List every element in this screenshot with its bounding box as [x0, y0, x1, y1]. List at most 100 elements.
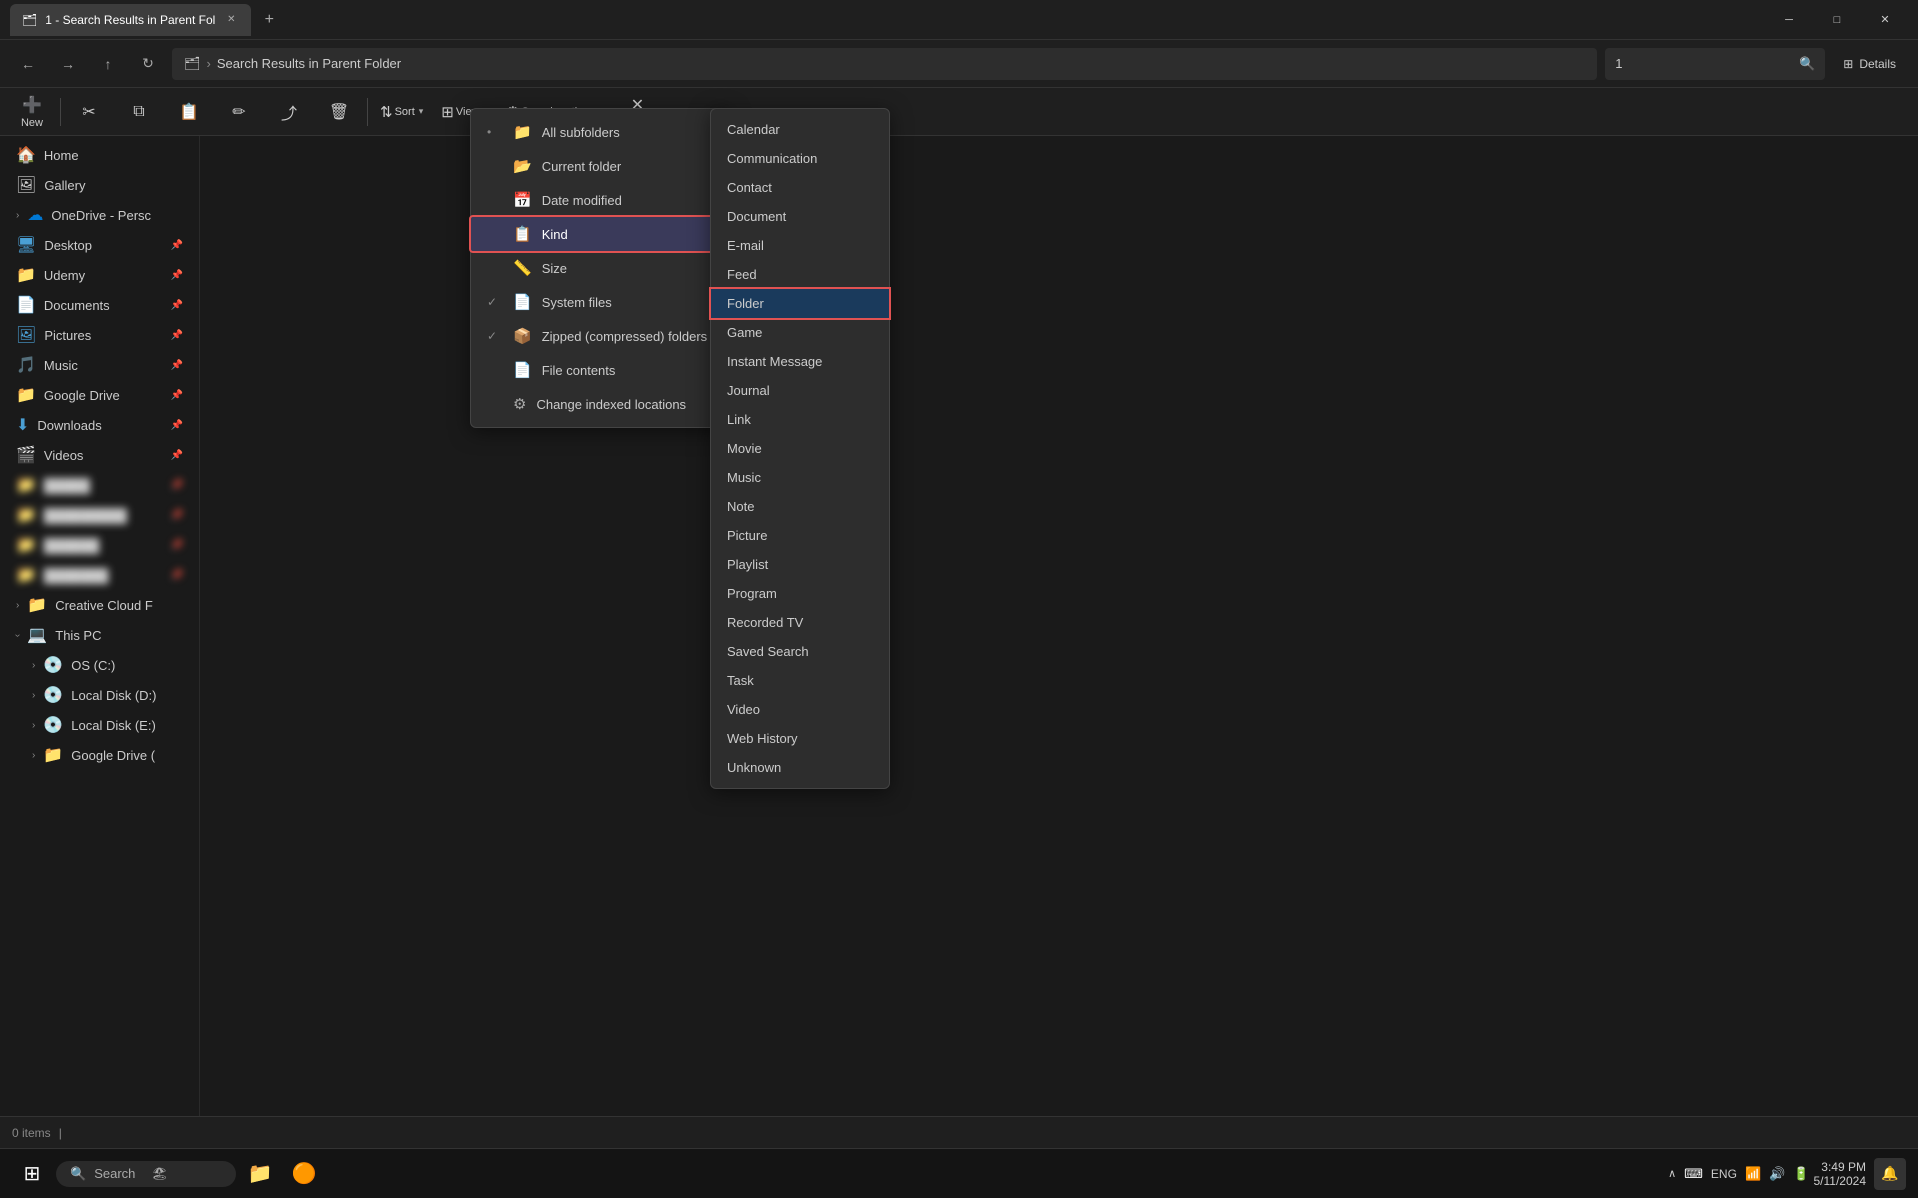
kind-recorded-tv[interactable]: Recorded TV	[711, 608, 889, 637]
kind-unknown[interactable]: Unknown	[711, 753, 889, 782]
kind-task[interactable]: Task	[711, 666, 889, 695]
sidebar-item-downloads[interactable]: ⬇ Downloads 📌	[4, 410, 195, 440]
sidebar-item-locald[interactable]: › 💿 Local Disk (D:)	[4, 680, 195, 710]
change-indexed-item[interactable]: ⚙ Change indexed locations	[471, 387, 729, 421]
pin-icon: 📌	[171, 540, 183, 551]
expand-arrow-icon: ›	[32, 660, 35, 671]
breadcrumb-bar[interactable]: 🗂 › Search Results in Parent Folder	[172, 48, 1597, 80]
blurred-icon: 📁	[16, 565, 36, 585]
sidebar-item-label: OneDrive - Persc	[51, 208, 151, 223]
kind-label: Program	[727, 586, 777, 601]
check-icon: ✓	[487, 329, 503, 343]
sidebar-item-udemy[interactable]: 📁 Udemy 📌	[4, 260, 195, 290]
volume-icon: 🔊	[1769, 1166, 1785, 1182]
date-modified-item[interactable]: 📅 Date modified ›	[471, 183, 729, 217]
forward-button[interactable]: →	[52, 48, 84, 80]
active-tab[interactable]: 🗂 1 - Search Results in Parent Fol ✕	[10, 4, 251, 36]
refresh-button[interactable]: ↻	[132, 48, 164, 80]
taskbar-app-chrome[interactable]: 🟠	[284, 1154, 324, 1194]
kind-web-history[interactable]: Web History	[711, 724, 889, 753]
taskbar-search[interactable]: 🔍 Search 🏖	[56, 1161, 236, 1187]
sidebar-item-locale[interactable]: › 💿 Local Disk (E:)	[4, 710, 195, 740]
osc-icon: 💿	[43, 655, 63, 675]
back-button[interactable]: ←	[12, 48, 44, 80]
sidebar-item-label: ███████	[44, 568, 108, 583]
sidebar-item-pictures[interactable]: 🖼 Pictures 📌	[4, 320, 195, 350]
sidebar-item-label: Documents	[44, 298, 110, 313]
sort-button[interactable]: ⇅ Sort ▾	[372, 99, 431, 125]
new-tab-button[interactable]: +	[255, 6, 283, 34]
minimize-button[interactable]: ─	[1766, 4, 1812, 36]
sidebar-item-googledrive2[interactable]: › 📁 Google Drive (	[4, 740, 195, 770]
kind-email[interactable]: E-mail	[711, 231, 889, 260]
rename-button[interactable]: ✏	[215, 98, 263, 126]
sidebar-item-documents[interactable]: 📄 Documents 📌	[4, 290, 195, 320]
cut-button[interactable]: ✂	[65, 98, 113, 126]
paste-button[interactable]: 📋	[165, 98, 213, 126]
kind-program[interactable]: Program	[711, 579, 889, 608]
item-label: Zipped (compressed) folders	[542, 329, 707, 344]
kind-link[interactable]: Link	[711, 405, 889, 434]
toolbar-separator-2	[367, 98, 368, 126]
kind-folder[interactable]: Folder	[711, 289, 889, 318]
close-button[interactable]: ✕	[1862, 4, 1908, 36]
creativecloud-icon: 📁	[27, 595, 47, 615]
all-subfolders-icon: 📁	[513, 123, 532, 141]
music-icon: 🎵	[16, 355, 36, 375]
kind-note[interactable]: Note	[711, 492, 889, 521]
kind-saved-search[interactable]: Saved Search	[711, 637, 889, 666]
sidebar-item-home[interactable]: 🏠 Home	[4, 140, 195, 170]
taskbar-app-fileexplorer[interactable]: 📁	[240, 1154, 280, 1194]
current-folder-item[interactable]: 📂 Current folder	[471, 149, 729, 183]
kind-document[interactable]: Document	[711, 202, 889, 231]
kind-game[interactable]: Game	[711, 318, 889, 347]
system-files-item[interactable]: ✓ 📄 System files	[471, 285, 729, 319]
sidebar-item-thispc[interactable]: › 💻 This PC	[4, 620, 195, 650]
kind-calendar[interactable]: Calendar	[711, 115, 889, 144]
file-contents-item[interactable]: 📄 File contents	[471, 353, 729, 387]
tab-close-button[interactable]: ✕	[223, 12, 239, 28]
sidebar-item-videos[interactable]: 🎬 Videos 📌	[4, 440, 195, 470]
up-button[interactable]: ↑	[92, 48, 124, 80]
start-button[interactable]: ⊞	[12, 1154, 52, 1194]
new-button[interactable]: ➕ New	[8, 91, 56, 133]
sidebar-item-music[interactable]: 🎵 Music 📌	[4, 350, 195, 380]
kind-icon: 📋	[513, 225, 532, 243]
desktop-icon: 🖥	[16, 235, 36, 255]
kind-item[interactable]: 📋 Kind ›	[471, 217, 729, 251]
kind-journal[interactable]: Journal	[711, 376, 889, 405]
system-tray-arrow[interactable]: ∧	[1668, 1167, 1676, 1180]
kind-video[interactable]: Video	[711, 695, 889, 724]
details-button[interactable]: ⊞ Details	[1833, 53, 1906, 75]
kind-picture[interactable]: Picture	[711, 521, 889, 550]
copy-button[interactable]: ⧉	[115, 99, 163, 125]
kind-feed[interactable]: Feed	[711, 260, 889, 289]
notification-icon[interactable]: 🔔	[1874, 1158, 1906, 1190]
taskbar-search-icon: 🔍	[70, 1166, 86, 1182]
sidebar-item-onedrive[interactable]: › ☁ OneDrive - Persc	[4, 200, 195, 230]
breadcrumb-separator: ›	[207, 56, 211, 71]
sidebar-item-osc[interactable]: › 💿 OS (C:)	[4, 650, 195, 680]
size-item[interactable]: 📏 Size ›	[471, 251, 729, 285]
sidebar-item-creativecloud[interactable]: › 📁 Creative Cloud F	[4, 590, 195, 620]
kind-playlist[interactable]: Playlist	[711, 550, 889, 579]
kind-communication[interactable]: Communication	[711, 144, 889, 173]
maximize-button[interactable]: □	[1814, 4, 1860, 36]
search-bar[interactable]: 1 🔍	[1605, 48, 1825, 80]
kind-instant-message[interactable]: Instant Message	[711, 347, 889, 376]
start-icon: ⊞	[24, 1161, 41, 1186]
kind-contact[interactable]: Contact	[711, 173, 889, 202]
all-subfolders-item[interactable]: • 📁 All subfolders	[471, 115, 729, 149]
documents-icon: 📄	[16, 295, 36, 315]
share-button[interactable]: ⤴	[265, 96, 313, 128]
sidebar-item-gallery[interactable]: 🖼 Gallery	[4, 170, 195, 200]
cut-icon: ✂	[82, 102, 95, 122]
sidebar-item-desktop[interactable]: 🖥 Desktop 📌	[4, 230, 195, 260]
kind-music[interactable]: Music	[711, 463, 889, 492]
delete-button[interactable]: 🗑	[315, 98, 363, 126]
sidebar-item-googledrive[interactable]: 📁 Google Drive 📌	[4, 380, 195, 410]
taskbar-time[interactable]: 3:49 PM 5/11/2024	[1814, 1160, 1867, 1188]
kind-movie[interactable]: Movie	[711, 434, 889, 463]
zipped-folders-item[interactable]: ✓ 📦 Zipped (compressed) folders	[471, 319, 729, 353]
sidebar-item-label: █████████	[44, 508, 127, 523]
